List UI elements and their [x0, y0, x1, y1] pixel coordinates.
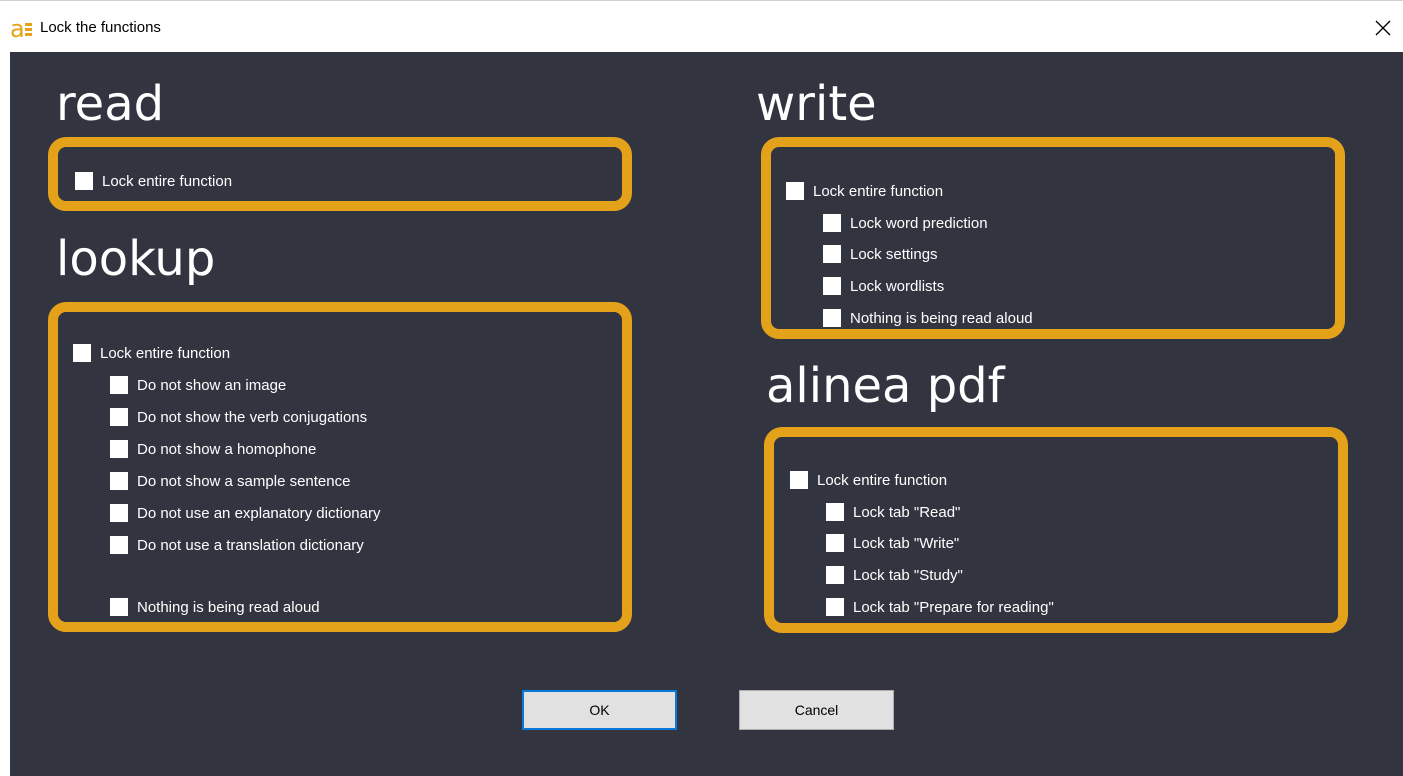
ok-button[interactable]: OK: [522, 690, 677, 730]
checkbox-row-no-image[interactable]: Do not show an image: [110, 374, 286, 396]
alinea-app-icon: a: [10, 15, 32, 43]
checkbox[interactable]: [826, 566, 844, 584]
checkbox[interactable]: [110, 408, 128, 426]
checkbox-row-lock-tab-write[interactable]: Lock tab "Write": [826, 532, 959, 554]
checkbox-label: Do not show an image: [137, 376, 287, 394]
checkbox-row-no-sample-sentence[interactable]: Do not show a sample sentence: [110, 470, 350, 492]
checkbox-label: Do not show the verb conjugations: [137, 408, 368, 426]
checkbox-label: Do not use a translation dictionary: [137, 536, 364, 554]
checkbox[interactable]: [823, 277, 841, 295]
cancel-button[interactable]: Cancel: [739, 690, 894, 730]
checkbox[interactable]: [110, 472, 128, 490]
checkbox-label: Do not show a sample sentence: [137, 472, 351, 490]
window-title: Lock the functions: [40, 19, 161, 36]
checkbox-label: Lock entire function: [813, 182, 944, 200]
checkbox[interactable]: [786, 182, 804, 200]
checkbox[interactable]: [826, 598, 844, 616]
checkbox-row-read-lock-entire[interactable]: Lock entire function: [75, 170, 232, 192]
checkbox-label: Lock tab "Prepare for reading": [853, 598, 1054, 616]
checkbox-row-pdf-lock-entire[interactable]: Lock entire function: [790, 469, 947, 491]
checkbox[interactable]: [75, 172, 93, 190]
checkbox-label: Lock entire function: [100, 344, 231, 362]
checkbox-row-write-lock-entire[interactable]: Lock entire function: [786, 180, 943, 202]
checkbox-label: Nothing is being read aloud: [850, 309, 1033, 327]
checkbox-row-lookup-no-read-aloud[interactable]: Nothing is being read aloud: [110, 596, 320, 618]
checkbox-label: Nothing is being read aloud: [137, 598, 320, 616]
checkbox-row-no-explanatory-dictionary[interactable]: Do not use an explanatory dictionary: [110, 502, 380, 524]
checkbox-label: Lock tab "Read": [853, 503, 961, 521]
checkbox-row-no-homophone[interactable]: Do not show a homophone: [110, 438, 316, 460]
checkbox-row-lock-settings[interactable]: Lock settings: [823, 243, 938, 265]
checkbox[interactable]: [823, 245, 841, 263]
group-lookup: Lock entire function Do not show an imag…: [48, 302, 632, 632]
checkbox-label: Lock word prediction: [850, 214, 988, 232]
checkbox-label: Lock entire function: [817, 471, 948, 489]
checkbox-row-no-verb-conjugations[interactable]: Do not show the verb conjugations: [110, 406, 367, 428]
section-title-alinea-pdf: alinea pdf: [766, 358, 1005, 414]
checkbox[interactable]: [826, 534, 844, 552]
checkbox[interactable]: [73, 344, 91, 362]
checkbox[interactable]: [110, 598, 128, 616]
checkbox-row-lookup-lock-entire[interactable]: Lock entire function: [73, 342, 230, 364]
checkbox[interactable]: [110, 440, 128, 458]
checkbox[interactable]: [826, 503, 844, 521]
checkbox-row-lock-word-prediction[interactable]: Lock word prediction: [823, 212, 988, 234]
group-alinea-pdf: Lock entire function Lock tab "Read" Loc…: [764, 427, 1348, 633]
checkbox-row-lock-tab-study[interactable]: Lock tab "Study": [826, 564, 963, 586]
checkbox[interactable]: [110, 536, 128, 554]
checkbox-row-lock-tab-prepare[interactable]: Lock tab "Prepare for reading": [826, 596, 1054, 618]
checkbox-row-no-translation-dictionary[interactable]: Do not use a translation dictionary: [110, 534, 364, 556]
group-write: Lock entire function Lock word predictio…: [761, 137, 1345, 339]
checkbox-label: Lock tab "Write": [853, 534, 960, 552]
checkbox[interactable]: [823, 214, 841, 232]
checkbox-row-lock-tab-read[interactable]: Lock tab "Read": [826, 501, 960, 523]
checkbox-label: Lock wordlists: [850, 277, 945, 295]
checkbox[interactable]: [790, 471, 808, 489]
section-title-write: write: [756, 76, 877, 132]
svg-text:a: a: [10, 15, 25, 43]
group-read: Lock entire function: [48, 137, 632, 211]
checkbox[interactable]: [110, 504, 128, 522]
section-title-read: read: [56, 76, 165, 132]
checkbox-row-lock-wordlists[interactable]: Lock wordlists: [823, 275, 944, 297]
section-title-lookup: lookup: [56, 231, 216, 287]
close-icon: [1375, 20, 1391, 36]
checkbox-row-write-no-read-aloud[interactable]: Nothing is being read aloud: [823, 307, 1033, 329]
checkbox-label: Do not use an explanatory dictionary: [137, 504, 381, 522]
title-bar: a Lock the functions: [0, 0, 1403, 52]
close-button[interactable]: [1363, 9, 1403, 47]
checkbox[interactable]: [110, 376, 128, 394]
checkbox-label: Lock entire function: [102, 172, 233, 190]
dialog-content: read Lock entire function lookup Lock en…: [10, 52, 1403, 776]
checkbox-label: Lock settings: [850, 245, 938, 263]
checkbox-label: Lock tab "Study": [853, 566, 963, 584]
checkbox[interactable]: [823, 309, 841, 327]
checkbox-label: Do not show a homophone: [137, 440, 317, 458]
